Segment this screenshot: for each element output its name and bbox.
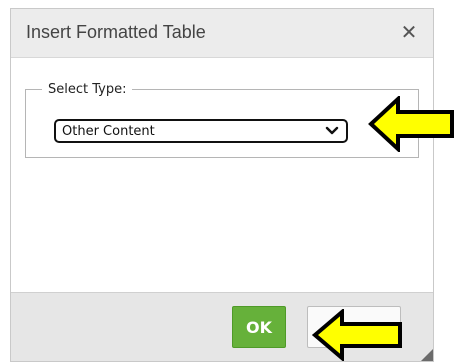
close-icon: ✕	[400, 20, 418, 44]
select-type-legend: Select Type:	[48, 82, 127, 97]
type-select[interactable]: Other Content	[54, 119, 348, 143]
ok-button[interactable]: OK	[232, 306, 286, 348]
pointer-arrow-icon	[312, 309, 402, 361]
pointer-arrow-icon	[368, 96, 454, 152]
chevron-down-icon	[325, 126, 339, 135]
close-button[interactable]: ✕	[395, 16, 423, 48]
resize-grip-icon[interactable]	[421, 349, 433, 361]
dialog-title: Insert Formatted Table	[26, 22, 206, 42]
type-select-value: Other Content	[62, 124, 155, 139]
dialog-titlebar[interactable]: Insert Formatted Table ✕	[11, 9, 433, 58]
